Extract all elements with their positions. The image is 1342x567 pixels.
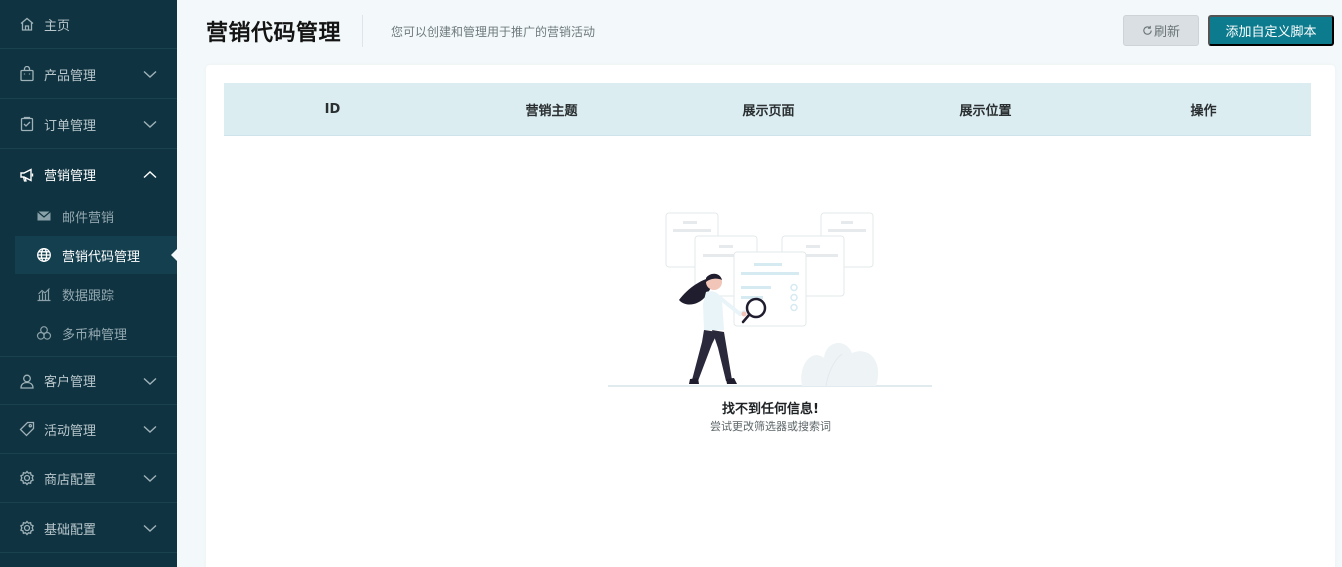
chevron-down-icon	[143, 377, 157, 385]
sidebar-subitem-data-tracking[interactable]: 数据跟踪	[0, 275, 177, 313]
megaphone-icon	[18, 166, 35, 183]
sidebar-item-home[interactable]: 主页	[0, 0, 177, 49]
sidebar-subitem-marketing-code[interactable]: 营销代码管理	[15, 236, 177, 274]
empty-state-subtitle: 尝试更改筛选器或搜索词	[710, 420, 831, 433]
chevron-down-icon	[143, 524, 157, 532]
gear-icon	[18, 470, 35, 487]
column-header-page: 展示页面	[742, 104, 795, 119]
sidebar-subitem-email-marketing[interactable]: 邮件营销	[0, 197, 177, 235]
refresh-button-label: 刷新	[1153, 24, 1180, 39]
main-card: ID 营销主题 展示页面 展示位置 操作 找不到任何信息! 尝试更改筛选器或搜索…	[206, 65, 1335, 567]
sidebar-item-label: 活动管理	[44, 423, 97, 439]
sidebar-item-label: 基础配置	[44, 522, 97, 538]
sidebar-item-label: 订单管理	[44, 118, 97, 134]
mail-icon	[35, 208, 52, 225]
sidebar-item-label: 主页	[44, 18, 71, 34]
column-header-id: ID	[324, 102, 341, 117]
add-custom-script-button[interactable]: 添加自定义脚本	[1208, 15, 1334, 46]
user-icon	[18, 372, 35, 389]
sidebar-item-activities[interactable]: 活动管理	[0, 405, 177, 454]
home-icon	[18, 16, 35, 33]
bar-chart-icon	[35, 286, 52, 303]
page-description: 您可以创建和管理用于推广的营销活动	[391, 25, 596, 39]
title-divider	[362, 15, 363, 47]
shopping-bag-icon	[18, 66, 35, 83]
sidebar-subitem-label: 邮件营销	[62, 210, 115, 226]
page-title: 营销代码管理	[206, 21, 342, 46]
sidebar-subitem-label: 多币种管理	[62, 327, 128, 343]
clipboard-icon	[18, 116, 35, 133]
table-header: ID 营销主题 展示页面 展示位置 操作	[224, 83, 1311, 136]
sidebar-item-label: 产品管理	[44, 68, 97, 84]
column-header-position: 展示位置	[959, 104, 1012, 119]
globe-icon	[35, 247, 52, 264]
sidebar-item-marketing[interactable]: 营销管理	[0, 150, 177, 199]
column-header-topic: 营销主题	[525, 104, 578, 119]
sidebar: 主页 产品管理 订单管理 营销管理 邮件营销 营销代码管理 数据跟踪 多币种管理…	[0, 0, 177, 567]
active-indicator	[171, 249, 177, 261]
sidebar-item-products[interactable]: 产品管理	[0, 50, 177, 99]
chevron-down-icon	[143, 70, 157, 78]
chevron-down-icon	[143, 474, 157, 482]
chevron-down-icon	[143, 120, 157, 128]
refresh-button[interactable]: 刷新	[1123, 15, 1199, 46]
refresh-icon	[1143, 25, 1152, 35]
coins-icon	[35, 325, 52, 342]
tag-icon	[18, 421, 35, 438]
empty-state-title: 找不到任何信息!	[722, 402, 819, 417]
sidebar-item-basic-settings[interactable]: 基础配置	[0, 504, 177, 553]
sidebar-item-label: 营销管理	[44, 169, 97, 184]
sidebar-subitem-label: 营销代码管理	[62, 249, 141, 265]
sidebar-subitem-label: 数据跟踪	[62, 288, 115, 304]
chevron-up-icon	[143, 170, 157, 178]
sidebar-item-store-settings[interactable]: 商店配置	[0, 454, 177, 503]
sidebar-item-label: 客户管理	[44, 375, 97, 390]
sidebar-item-customers[interactable]: 客户管理	[0, 356, 177, 405]
sidebar-item-label: 商店配置	[44, 472, 97, 488]
column-header-actions: 操作	[1190, 104, 1217, 119]
sidebar-item-orders[interactable]: 订单管理	[0, 100, 177, 149]
gear-icon	[18, 520, 35, 537]
empty-state-illustration	[608, 212, 932, 387]
sidebar-subitem-multi-currency[interactable]: 多币种管理	[0, 314, 177, 352]
chevron-down-icon	[143, 425, 157, 433]
